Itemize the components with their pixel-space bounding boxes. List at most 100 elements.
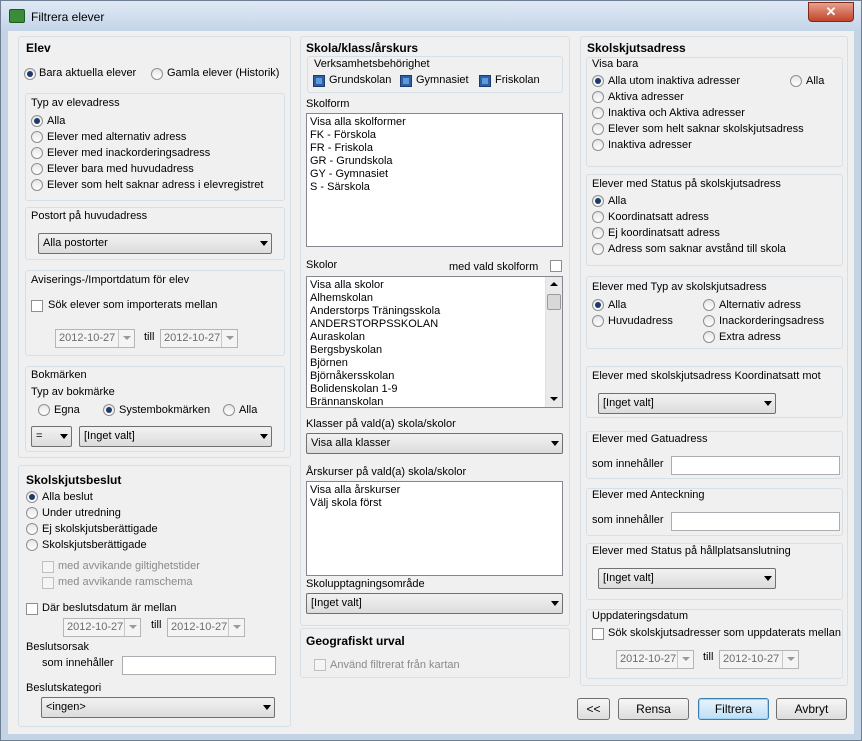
close-button[interactable]: ✕ xyxy=(808,2,854,22)
radio-typ-0[interactable] xyxy=(31,115,43,127)
back-button[interactable]: << xyxy=(577,698,610,720)
anteckning-label: som innehåller xyxy=(592,514,664,526)
skolor-scrollbar[interactable] xyxy=(545,277,562,407)
koord-select[interactable]: [Inget valt] xyxy=(598,393,776,414)
radio-typad-alt[interactable] xyxy=(703,299,715,311)
list-item[interactable]: Visa alla årskurser xyxy=(310,484,562,497)
status-header: Elever med Status på skolskjutsadress xyxy=(592,178,781,190)
beslutsdatum-checkbox[interactable] xyxy=(26,603,38,615)
radio-beslut-0[interactable] xyxy=(26,491,38,503)
list-item[interactable]: GY - Gymnasiet xyxy=(310,168,562,181)
list-item[interactable]: Visa alla skolor xyxy=(310,279,562,292)
radio-visa-2[interactable] xyxy=(592,107,604,119)
scroll-up-icon[interactable] xyxy=(546,277,562,293)
radio-status-2[interactable] xyxy=(592,227,604,239)
radio-aktuella[interactable] xyxy=(24,68,36,80)
radio-gamla[interactable] xyxy=(151,68,163,80)
bok-operator-select[interactable]: = xyxy=(31,426,72,447)
radio-bok-egna[interactable] xyxy=(38,404,50,416)
chevron-down-icon xyxy=(551,601,559,606)
rensa-button[interactable]: Rensa xyxy=(618,698,689,720)
list-item[interactable]: Bolidenskolan 1-9 xyxy=(310,383,562,396)
list-item[interactable]: Björnåkersskolan xyxy=(310,370,562,383)
radio-typ-3[interactable] xyxy=(31,163,43,175)
radio-typad-alla[interactable] xyxy=(592,299,604,311)
radio-beslut-3[interactable] xyxy=(26,539,38,551)
radio-visa-1[interactable] xyxy=(592,91,604,103)
radio-visa-alla[interactable] xyxy=(790,75,802,87)
list-item[interactable]: GR - Grundskola xyxy=(310,155,562,168)
radio-beslut-1[interactable] xyxy=(26,507,38,519)
list-item[interactable]: Anderstorps Träningsskola xyxy=(310,305,562,318)
verk-grundskolan-label: Grundskolan xyxy=(329,74,392,86)
verk-gymnasiet-checkbox[interactable] xyxy=(400,75,412,87)
chevron-down-icon xyxy=(764,576,772,581)
radio-visa-4[interactable] xyxy=(592,139,604,151)
radio-typad-inack[interactable] xyxy=(703,315,715,327)
avvikande-giltighet-checkbox[interactable] xyxy=(42,561,54,573)
list-item[interactable]: FR - Friskola xyxy=(310,142,562,155)
anteckning-input[interactable] xyxy=(671,512,840,531)
list-item[interactable]: ANDERSTORPSSKOLAN xyxy=(310,318,562,331)
typ-elevadress-header: Typ av elevadress xyxy=(31,97,120,109)
verk-friskolan-label: Friskolan xyxy=(495,74,540,86)
list-item[interactable]: Björnen xyxy=(310,357,562,370)
radio-bok-alla[interactable] xyxy=(223,404,235,416)
verk-grundskolan-checkbox[interactable] xyxy=(313,75,325,87)
scroll-thumb[interactable] xyxy=(547,294,561,310)
list-item[interactable]: Brännanskolan xyxy=(310,396,562,407)
list-item[interactable]: S - Särskola xyxy=(310,181,562,194)
avbryt-button[interactable]: Avbryt xyxy=(776,698,847,720)
verksamhet-header: Verksamhetsbehörighet xyxy=(314,58,430,70)
radio-typad-extra[interactable] xyxy=(703,331,715,343)
radio-visa-0[interactable] xyxy=(592,75,604,87)
scroll-down-icon[interactable] xyxy=(546,391,562,407)
skolform-list[interactable]: Visa alla skolformer FK - Förskola FR - … xyxy=(306,113,563,247)
list-item[interactable]: Välj skola först xyxy=(310,497,562,510)
list-item[interactable]: Bergsbyskolan xyxy=(310,344,562,357)
list-item[interactable]: Alhemskolan xyxy=(310,292,562,305)
avis-checkbox[interactable] xyxy=(31,300,43,312)
radio-status-1[interactable] xyxy=(592,211,604,223)
geo-checkbox-label: Använd filtrerat från kartan xyxy=(330,659,460,671)
bok-value-select[interactable]: [Inget valt] xyxy=(79,426,272,447)
geo-checkbox[interactable] xyxy=(314,659,326,671)
beslutskategori-select[interactable]: <ingen> xyxy=(41,697,275,718)
radio-typ-1[interactable] xyxy=(31,131,43,143)
avis-date-to[interactable]: 2012-10-27 xyxy=(160,329,238,348)
radio-bok-system[interactable] xyxy=(103,404,115,416)
klasser-select[interactable]: Visa alla klasser xyxy=(306,433,563,454)
klasser-value: Visa alla klasser xyxy=(311,437,391,449)
radio-typ-4[interactable] xyxy=(31,179,43,191)
filtrera-button[interactable]: Filtrera xyxy=(698,698,769,720)
gatu-input[interactable] xyxy=(671,456,840,475)
postort-select[interactable]: Alla postorter xyxy=(38,233,272,254)
beslutsorsak-input[interactable] xyxy=(122,656,276,675)
skolor-list[interactable]: Visa alla skolor Alhemskolan Anderstorps… xyxy=(306,276,563,408)
radio-status-3[interactable] xyxy=(592,243,604,255)
radio-visa-3[interactable] xyxy=(592,123,604,135)
avis-date-from[interactable]: 2012-10-27 xyxy=(55,329,135,348)
beslut-date-from[interactable]: 2012-10-27 xyxy=(63,618,141,637)
list-item[interactable]: FK - Förskola xyxy=(310,129,562,142)
upd-date-from[interactable]: 2012-10-27 xyxy=(616,650,694,669)
radio-beslut-2[interactable] xyxy=(26,523,38,535)
upd-date-to[interactable]: 2012-10-27 xyxy=(719,650,799,669)
list-item[interactable]: Visa alla skolformer xyxy=(310,116,562,129)
skolupptagning-select[interactable]: [Inget valt] xyxy=(306,593,563,614)
beslut-date-to[interactable]: 2012-10-27 xyxy=(167,618,245,637)
hallplats-select[interactable]: [Inget valt] xyxy=(598,568,776,589)
radio-status-0[interactable] xyxy=(592,195,604,207)
radio-typ-2-label: Elever med inackorderingsadress xyxy=(47,147,211,159)
till-label: till xyxy=(703,651,714,663)
med-vald-skolform-checkbox[interactable] xyxy=(550,260,562,272)
radio-typ-2[interactable] xyxy=(31,147,43,159)
radio-typad-huvud[interactable] xyxy=(592,315,604,327)
gatu-header: Elever med Gatuadress xyxy=(592,433,708,445)
verk-friskolan-checkbox[interactable] xyxy=(479,75,491,87)
uppdatering-checkbox[interactable] xyxy=(592,628,604,640)
arskurser-list[interactable]: Visa alla årskurser Välj skola först xyxy=(306,481,563,576)
avvikande-ramschema-checkbox[interactable] xyxy=(42,577,54,589)
typ-adress-header: Elever med Typ av skolskjutsadress xyxy=(592,281,767,293)
list-item[interactable]: Auraskolan xyxy=(310,331,562,344)
